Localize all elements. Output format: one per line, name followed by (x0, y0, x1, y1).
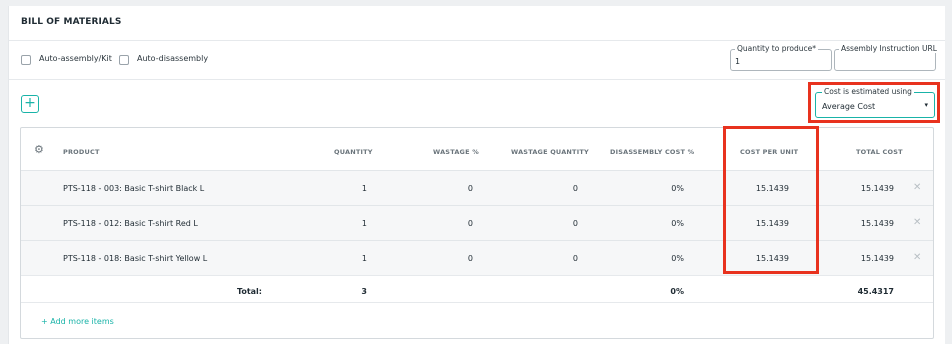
chevron-down-icon: ▾ (924, 101, 928, 109)
assembly-instruction-url-field[interactable]: Assembly Instruction URL (834, 44, 939, 71)
cost-estimate-select[interactable]: Cost is estimated using Average Cost ▾ (815, 87, 935, 118)
auto-assembly-checkbox[interactable] (21, 55, 31, 65)
close-icon[interactable]: ✕ (913, 182, 921, 193)
cell-wastage-pct[interactable]: 0 (421, 254, 473, 263)
totals-quantity: 3 (361, 287, 367, 296)
cell-quantity[interactable]: 1 (321, 184, 367, 193)
cost-estimate-label: Cost is estimated using (822, 87, 914, 96)
totals-disassembly-cost: 0% (670, 287, 684, 296)
cell-disassembly-cost[interactable]: 0% (631, 184, 684, 193)
quantity-to-produce-value: 1 (735, 57, 741, 66)
add-row-button[interactable]: + (21, 95, 39, 113)
cell-total-cost: 15.1439 (860, 184, 894, 193)
assembly-instruction-url-label: Assembly Instruction URL (839, 44, 939, 53)
bill-of-materials-card: BILL OF MATERIALS Auto-assembly/Kit Auto… (8, 6, 945, 344)
divider (21, 302, 933, 303)
quantity-to-produce-label: Quantity to produce* (735, 44, 818, 53)
column-header-quantity: QUANTITY (334, 148, 373, 156)
column-header-wastage-pct: WASTAGE % (433, 148, 479, 156)
column-header-total-cost: TOTAL COST (856, 148, 903, 156)
auto-disassembly-checkbox[interactable] (119, 55, 129, 65)
totals-label: Total: (236, 287, 262, 296)
divider (9, 79, 945, 80)
divider (21, 275, 933, 276)
auto-disassembly-label: Auto-disassembly (137, 54, 209, 63)
totals-total-cost: 45.4317 (857, 287, 894, 296)
add-more-items-link[interactable]: + Add more items (41, 317, 114, 326)
cell-product[interactable]: PTS-118 - 003: Basic T-shirt Black L (63, 184, 204, 193)
column-header-disassembly-cost: DISASSEMBLY COST % (610, 148, 695, 156)
column-header-product: PRODUCT (63, 148, 100, 156)
divider (9, 40, 945, 41)
cell-total-cost: 15.1439 (860, 219, 894, 228)
cell-disassembly-cost[interactable]: 0% (631, 219, 684, 228)
cell-quantity[interactable]: 1 (321, 219, 367, 228)
cell-wastage-qty[interactable]: 0 (521, 219, 578, 228)
close-icon[interactable]: ✕ (913, 252, 921, 263)
cell-wastage-qty[interactable]: 0 (521, 184, 578, 193)
cell-total-cost: 15.1439 (860, 254, 894, 263)
column-header-wastage-qty: WASTAGE QUANTITY (511, 148, 589, 156)
cell-wastage-pct[interactable]: 0 (421, 219, 473, 228)
cell-wastage-qty[interactable]: 0 (521, 254, 578, 263)
cell-product[interactable]: PTS-118 - 018: Basic T-shirt Yellow L (63, 254, 207, 263)
cell-quantity[interactable]: 1 (321, 254, 367, 263)
cost-estimate-value: Average Cost (822, 102, 876, 111)
cell-product[interactable]: PTS-118 - 012: Basic T-shirt Red L (63, 219, 198, 228)
close-icon[interactable]: ✕ (913, 217, 921, 228)
section-title: BILL OF MATERIALS (21, 17, 122, 27)
cell-wastage-pct[interactable]: 0 (421, 184, 473, 193)
cost-per-unit-highlight (723, 126, 819, 274)
auto-assembly-label: Auto-assembly/Kit (39, 54, 112, 63)
gear-icon[interactable]: ⚙ (34, 143, 44, 156)
cell-disassembly-cost[interactable]: 0% (631, 254, 684, 263)
quantity-to-produce-field[interactable]: Quantity to produce* 1 (730, 44, 832, 71)
